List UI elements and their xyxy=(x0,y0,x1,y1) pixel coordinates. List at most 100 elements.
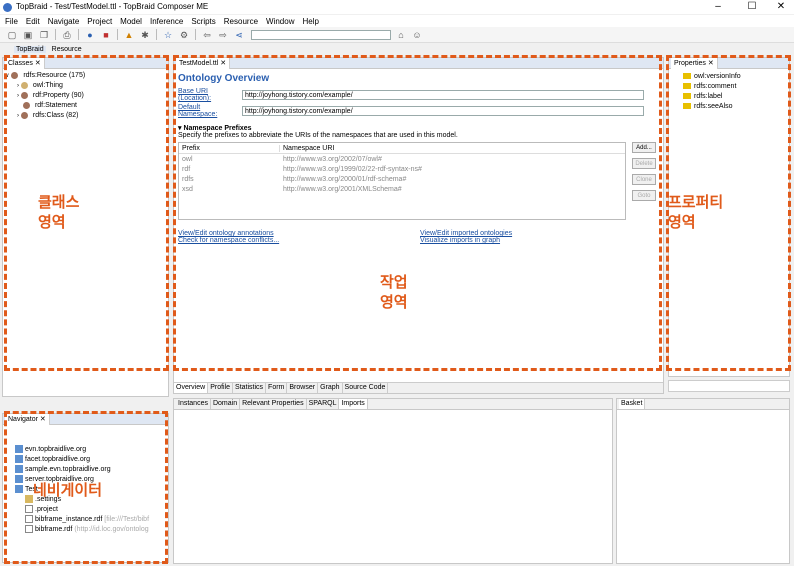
check-conflicts-link[interactable]: Check for namespace conflicts... xyxy=(178,237,420,244)
tab-instances[interactable]: Instances xyxy=(176,399,211,409)
print-icon[interactable]: ⎙ xyxy=(61,30,73,40)
list-item[interactable]: sample.evn.topbraidlive.org xyxy=(15,465,164,475)
tab-browser[interactable]: Browser xyxy=(287,383,319,393)
base-uri-field[interactable]: http://joyhong.tistory.com/example/ xyxy=(242,90,644,100)
warning-icon[interactable]: ▲ xyxy=(123,30,135,40)
run-icon[interactable]: ● xyxy=(84,30,96,40)
tab-testmodel[interactable]: TestModel.ttl ✕ xyxy=(176,57,231,69)
view-annotations-link[interactable]: View/Edit ontology annotations xyxy=(178,230,420,237)
class-icon xyxy=(11,71,19,79)
back-icon[interactable]: ⇦ xyxy=(201,30,213,40)
tab-classes[interactable]: Classes ✕ xyxy=(5,57,45,69)
share-icon[interactable]: ⋖ xyxy=(233,30,245,40)
menu-scripts[interactable]: Scripts xyxy=(191,17,215,26)
tab-sparql[interactable]: SPARQL xyxy=(307,399,340,409)
settings-icon[interactable]: ⚙ xyxy=(178,30,190,40)
copy-icon[interactable]: ❐ xyxy=(38,30,50,40)
save-icon[interactable]: ▣ xyxy=(22,30,34,40)
stop-icon[interactable]: ■ xyxy=(100,30,112,40)
class-icon xyxy=(20,111,28,119)
folder-icon xyxy=(25,495,33,504)
chevron-right-icon[interactable]: › xyxy=(17,83,19,89)
tab-statistics[interactable]: Statistics xyxy=(233,383,267,393)
debug-icon[interactable]: ✱ xyxy=(139,30,151,40)
clone-button[interactable]: Clone xyxy=(632,174,656,185)
ns-table-area: Prefix Namespace URI owl http://www.w3.o… xyxy=(178,142,659,220)
menu-navigate[interactable]: Navigate xyxy=(48,17,80,26)
tab-relevant-properties[interactable]: Relevant Properties xyxy=(240,399,307,409)
delete-button[interactable]: Delete xyxy=(632,158,656,169)
tree-item-root[interactable]: ∨ rdfs:Resource (175) xyxy=(5,71,166,81)
tab-navigator[interactable]: Navigator ✕ xyxy=(5,413,50,425)
tab-properties[interactable]: Properties ✕ xyxy=(671,57,718,69)
table-row[interactable]: rdf http://www.w3.org/1999/02/22-rdf-syn… xyxy=(179,164,625,174)
table-row[interactable]: rdfs http://www.w3.org/2000/01/rdf-schem… xyxy=(179,174,625,184)
chevron-right-icon[interactable]: › xyxy=(17,113,19,119)
tab-imports[interactable]: Imports xyxy=(339,399,368,409)
menu-resource[interactable]: Resource xyxy=(224,17,258,26)
editor-panel: TestModel.ttl ✕ Ontology Overview Base U… xyxy=(173,57,664,394)
toolbar-separator xyxy=(55,29,56,40)
default-ns-link[interactable]: Default Namespace: xyxy=(178,104,240,118)
view-imports-link[interactable]: View/Edit imported ontologies xyxy=(420,230,512,237)
maximize-button[interactable]: ☐ xyxy=(737,0,767,14)
toolbar-separator xyxy=(78,29,79,40)
close-button[interactable]: ✕ xyxy=(766,0,794,14)
classes-tab-bar: Classes ✕ xyxy=(3,57,168,69)
tree-item-class[interactable]: rdf:Statement xyxy=(5,101,166,111)
tree-item-class[interactable]: › rdf:Property (90) xyxy=(5,91,166,101)
list-item[interactable]: rdfs:seeAlso xyxy=(683,102,775,112)
list-item[interactable]: bibframe_instance.rdf [file:///Test/bibf xyxy=(15,515,164,525)
home-icon[interactable]: ⌂ xyxy=(395,30,407,40)
list-item[interactable]: facet.topbraidlive.org xyxy=(15,455,164,465)
star-icon[interactable]: ☆ xyxy=(162,30,174,40)
navigator-tree: evn.topbraidlive.org facet.topbraidlive.… xyxy=(3,425,168,535)
list-item[interactable]: bibframe.rdf (http://id.loc.gov/ontolog xyxy=(15,525,164,535)
tree-item-class[interactable]: › rdfs:Class (82) xyxy=(5,111,166,121)
perspective-bar: TopBraid Resource xyxy=(0,44,170,54)
list-item[interactable]: .project xyxy=(15,505,164,515)
menu-help[interactable]: Help xyxy=(302,17,318,26)
folder-icon xyxy=(15,445,23,454)
folder-icon xyxy=(15,465,23,474)
menu-file[interactable]: File xyxy=(5,17,18,26)
list-item[interactable]: rdfs:comment xyxy=(683,82,775,92)
chevron-down-icon[interactable]: ∨ xyxy=(5,73,9,79)
table-row[interactable]: owl http://www.w3.org/2002/07/owl# xyxy=(179,154,625,164)
menu-model[interactable]: Model xyxy=(120,17,142,26)
menu-project[interactable]: Project xyxy=(87,17,112,26)
list-item[interactable]: owl:versionInfo xyxy=(683,72,775,82)
property-icon xyxy=(683,83,691,90)
tab-overview[interactable]: Overview xyxy=(174,383,209,393)
menu-inference[interactable]: Inference xyxy=(150,17,183,26)
perspective-resource[interactable]: Resource xyxy=(52,46,82,53)
tree-item-class[interactable]: › owl:Thing xyxy=(5,81,166,91)
properties-footer xyxy=(668,380,790,392)
add-button[interactable]: Add... xyxy=(632,142,656,153)
toolbar-search-input[interactable] xyxy=(251,29,391,40)
tab-form[interactable]: Form xyxy=(266,383,288,393)
menu-window[interactable]: Window xyxy=(266,17,294,26)
tab-domain[interactable]: Domain xyxy=(211,399,241,409)
chevron-right-icon[interactable]: › xyxy=(17,93,19,99)
menu-edit[interactable]: Edit xyxy=(26,17,40,26)
base-uri-link[interactable]: Base URI (Location): xyxy=(178,88,240,102)
table-row[interactable]: xsd http://www.w3.org/2001/XMLSchema# xyxy=(179,184,625,194)
goto-button[interactable]: Goto xyxy=(632,190,656,201)
list-item[interactable]: evn.topbraidlive.org xyxy=(15,445,164,455)
visualize-imports-link[interactable]: Visualize imports in graph xyxy=(420,237,512,244)
classes-panel: Classes ✕ ∨ rdfs:Resource (175) › owl:Th… xyxy=(2,57,169,397)
new-icon[interactable]: ▢ xyxy=(6,30,18,40)
tab-source-code[interactable]: Source Code xyxy=(343,383,389,393)
editor-tab-bar: TestModel.ttl ✕ xyxy=(174,57,663,69)
tab-profile[interactable]: Profile xyxy=(208,383,234,393)
default-ns-field[interactable]: http://joyhong.tistory.com/example/ xyxy=(242,106,644,116)
folder-icon xyxy=(15,455,23,464)
forward-icon[interactable]: ⇨ xyxy=(217,30,229,40)
tab-graph[interactable]: Graph xyxy=(318,383,343,393)
minimize-button[interactable]: – xyxy=(703,0,733,14)
perspective-topbraid[interactable]: TopBraid xyxy=(14,45,46,53)
list-item[interactable]: rdfs:label xyxy=(683,92,775,102)
user-icon[interactable]: ☺ xyxy=(411,30,423,40)
tab-basket[interactable]: Basket xyxy=(619,399,646,409)
